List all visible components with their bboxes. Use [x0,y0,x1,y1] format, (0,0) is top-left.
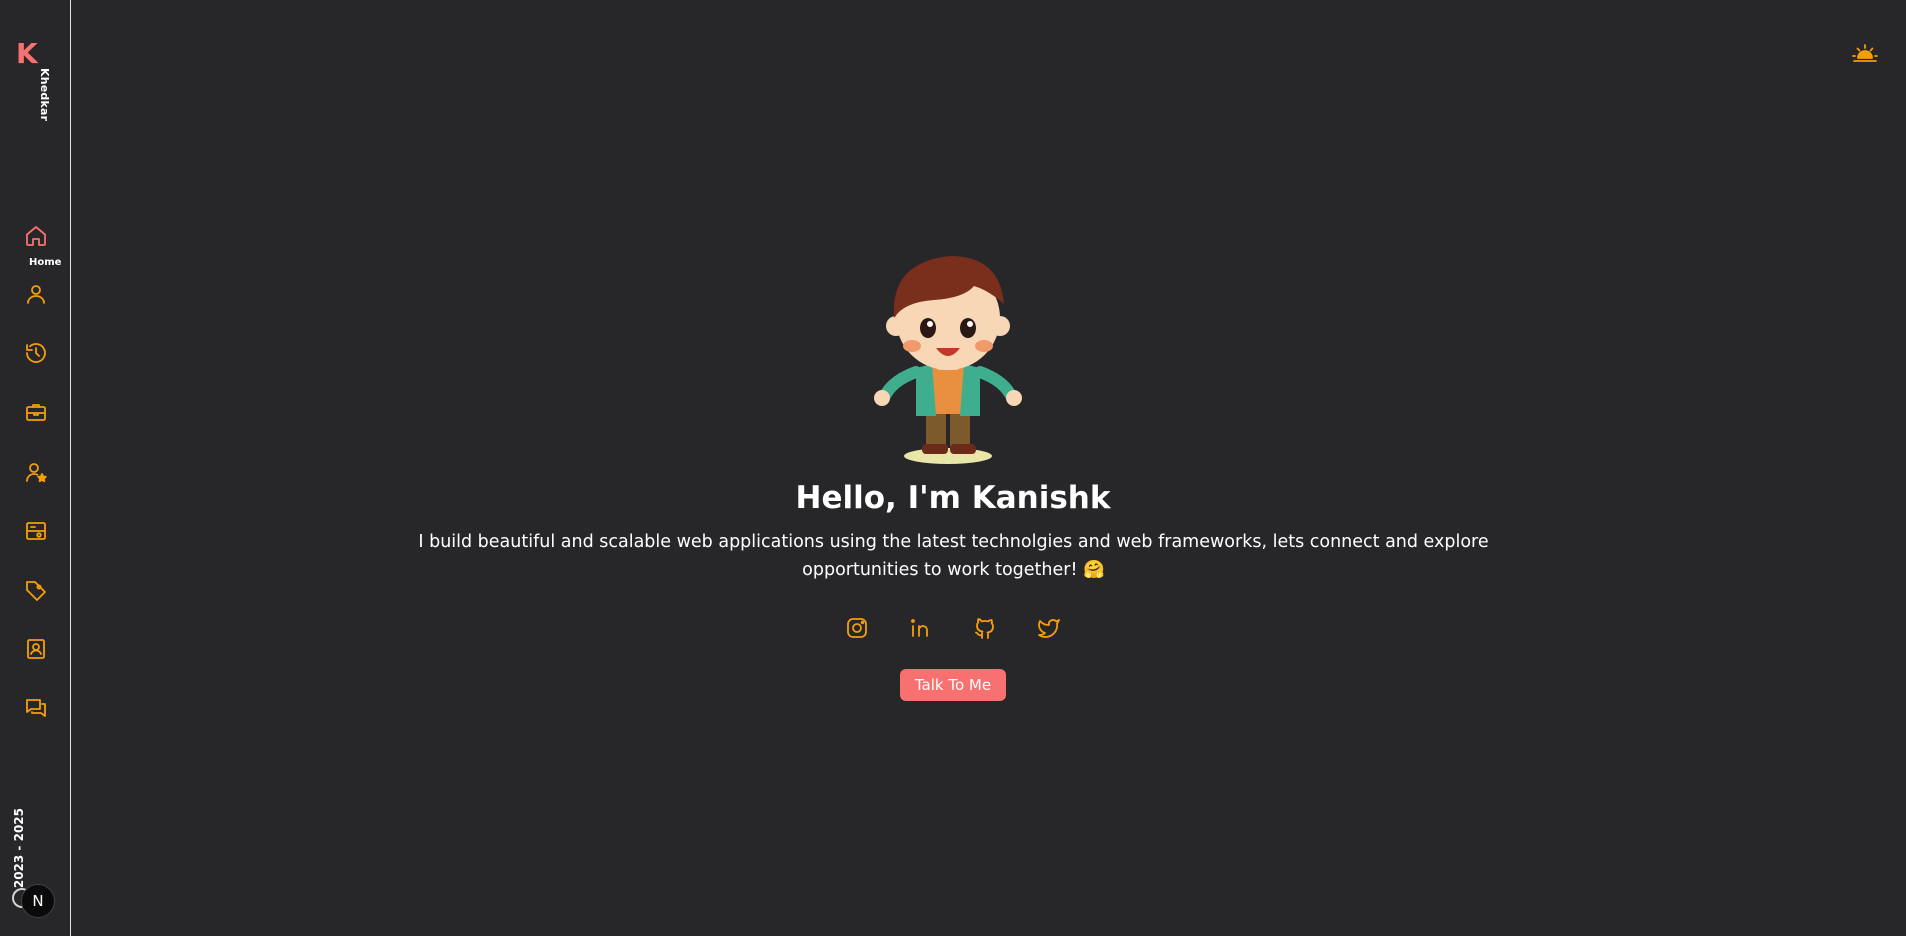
chat-icon [26,699,46,717]
twitter-link[interactable] [1037,616,1061,640]
linkedin-link[interactable] [909,616,933,640]
talk-to-me-button[interactable]: Talk To Me [900,669,1006,701]
instagram-link[interactable] [845,616,869,640]
sidebar-item-skills[interactable] [23,459,49,485]
logo-name: Khedkar [38,68,51,122]
sidebar-item-about[interactable] [23,281,49,307]
github-icon [975,618,994,639]
copyright-years: 2023 - 2025 [12,808,26,889]
contact-icon [27,639,45,659]
hero-section: Hello, I'm Kanishk I build beautiful and… [71,0,1906,936]
twitter-icon [1038,619,1060,638]
logo[interactable]: K [16,38,38,70]
sidebar-item-history[interactable] [23,340,49,366]
sidebar-item-home[interactable] [23,223,49,249]
hero-title: Hello, I'm Kanishk [795,480,1111,516]
user-star-icon [26,463,47,483]
home-icon [26,226,46,246]
sidebar-item-home-label: Home [29,257,62,268]
github-link[interactable] [973,616,997,640]
tag-icon [26,581,46,601]
linkedin-icon [911,619,928,637]
briefcase-icon [26,404,46,421]
nextjs-badge[interactable]: N [21,884,55,918]
sidebar-item-experience[interactable] [23,399,49,425]
social-links [71,616,1835,640]
projects-icon [26,522,46,540]
avatar [874,256,1022,464]
sidebar-item-services[interactable] [23,577,49,603]
sidebar-item-contact[interactable] [23,636,49,662]
user-icon [27,285,45,304]
sidebar: K Khedkar Home 2023 - 2025 N [0,0,71,936]
sidebar-item-chat[interactable] [23,695,49,721]
instagram-icon [847,618,867,638]
history-icon [26,343,46,363]
hero-subtitle: I build beautiful and scalable web appli… [418,532,1489,580]
sidebar-item-projects[interactable] [23,518,49,544]
